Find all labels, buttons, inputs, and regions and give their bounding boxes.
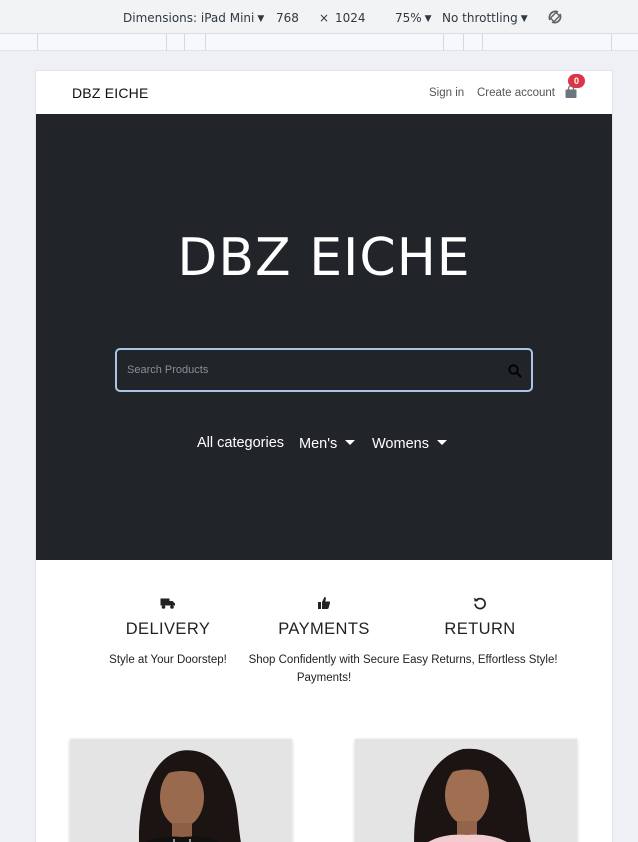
rotate-icon[interactable] <box>546 8 564 26</box>
search-box <box>115 348 533 392</box>
create-account-link[interactable]: Create account <box>477 87 555 99</box>
feature-title: PAYMENTS <box>278 620 370 638</box>
throttling-select[interactable]: No throttling ▼ <box>442 11 528 25</box>
dimensions-label: Dimensions: iPad Mini <box>123 11 255 25</box>
sign-in-link[interactable]: Sign in <box>429 87 464 99</box>
cart-count-badge: 0 <box>568 74 585 88</box>
undo-icon <box>474 597 486 610</box>
device-viewport: DBZ EICHE Sign in Create account 0 DBZ E… <box>36 71 612 842</box>
ruler-tick <box>37 34 38 51</box>
feature-title: DELIVERY <box>125 620 211 638</box>
product-image <box>355 739 577 842</box>
brand-logo[interactable]: DBZ EICHE <box>72 85 148 101</box>
navbar: DBZ EICHE Sign in Create account 0 <box>36 71 612 114</box>
feature-title: RETURN <box>444 620 516 638</box>
product-card[interactable] <box>70 739 292 842</box>
ruler-tick <box>166 34 167 51</box>
search-icon[interactable] <box>507 363 523 379</box>
search-input[interactable] <box>127 350 487 390</box>
media-query-ruler <box>0 34 638 51</box>
ruler-tick <box>611 34 612 51</box>
throttling-label: No throttling <box>442 11 518 25</box>
feature-return: RETURN Easy Returns, Effortless Style! <box>402 596 558 669</box>
womens-dropdown[interactable]: Womens <box>372 436 447 452</box>
feature-payments: PAYMENTS Shop Confidently with Secure Pa… <box>246 596 402 687</box>
features-section: DELIVERY Style at Your Doorstep! PAYMENT… <box>36 560 612 730</box>
thumbs-up-icon <box>318 597 331 609</box>
width-input[interactable]: 768 <box>276 11 299 25</box>
mens-dropdown[interactable]: Men's <box>299 436 356 452</box>
feature-description: Style at Your Doorstep! <box>109 654 227 666</box>
ruler-tick <box>463 34 464 51</box>
ruler-tick <box>482 34 483 51</box>
caret-down-icon: ▼ <box>424 14 432 24</box>
category-nav: All categories Men's Womens <box>36 435 612 458</box>
feature-description: Easy Returns, Effortless Style! <box>402 654 558 666</box>
hero-title: DBZ EICHE <box>177 228 471 288</box>
product-card[interactable] <box>355 739 577 842</box>
product-image <box>70 739 292 842</box>
womens-label: Womens <box>372 436 429 452</box>
zoom-label: 75% <box>395 11 422 25</box>
ruler-tick <box>205 34 206 51</box>
dimensions-select[interactable]: Dimensions: iPad Mini ▼ <box>123 11 264 25</box>
zoom-select[interactable]: 75% ▼ <box>395 11 432 25</box>
feature-delivery: DELIVERY Style at Your Doorstep! <box>90 596 246 669</box>
all-categories-link[interactable]: All categories <box>197 435 284 451</box>
times-separator: × <box>319 11 330 25</box>
ruler-tick <box>443 34 444 51</box>
feature-description: Shop Confidently with Secure Payments! <box>248 654 400 684</box>
ruler-tick <box>184 34 185 51</box>
caret-down-icon: ▼ <box>257 14 265 24</box>
hero-section: DBZ EICHE All categories Men's Womens <box>36 114 612 560</box>
devtools-device-toolbar: Dimensions: iPad Mini ▼ 768 × 1024 75% ▼ N… <box>0 0 638 34</box>
mens-label: Men's <box>299 436 338 452</box>
caret-down-icon: ▼ <box>520 14 528 24</box>
truck-icon <box>160 598 175 609</box>
height-input[interactable]: 1024 <box>335 11 366 25</box>
caret-down-icon <box>436 440 447 445</box>
caret-down-icon <box>345 440 356 445</box>
